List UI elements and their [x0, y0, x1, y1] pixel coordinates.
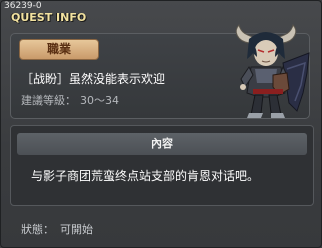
quest-info-window: 36239-0 QUEST INFO 職業 ［战盼］虽然没能表示欢迎 建議等級：… — [0, 0, 322, 248]
window-title: QUEST INFO — [11, 11, 87, 24]
quest-status: 狀態： 可開始 — [21, 221, 99, 237]
content-header: 內容 — [17, 133, 307, 155]
recommended-level: 建議等級： 30～34 — [21, 92, 123, 108]
job-badge: 職業 — [19, 39, 99, 60]
quest-id: 36239-0 — [4, 1, 42, 11]
status-label: 狀態： — [21, 223, 54, 236]
horned-demon-npc-portrait[interactable] — [227, 23, 313, 119]
level-label: 建議等級： — [21, 94, 76, 107]
quest-name: ［战盼］虽然没能表示欢迎 — [21, 72, 166, 86]
level-range: 30～34 — [80, 94, 119, 107]
content-panel: 內容 与影子商团荒蛮终点站支部的肯恩对话吧。 — [10, 125, 314, 206]
content-text: 与影子商团荒蛮终点站支部的肯恩对话吧。 — [31, 169, 260, 183]
status-value: 可開始 — [60, 223, 93, 236]
